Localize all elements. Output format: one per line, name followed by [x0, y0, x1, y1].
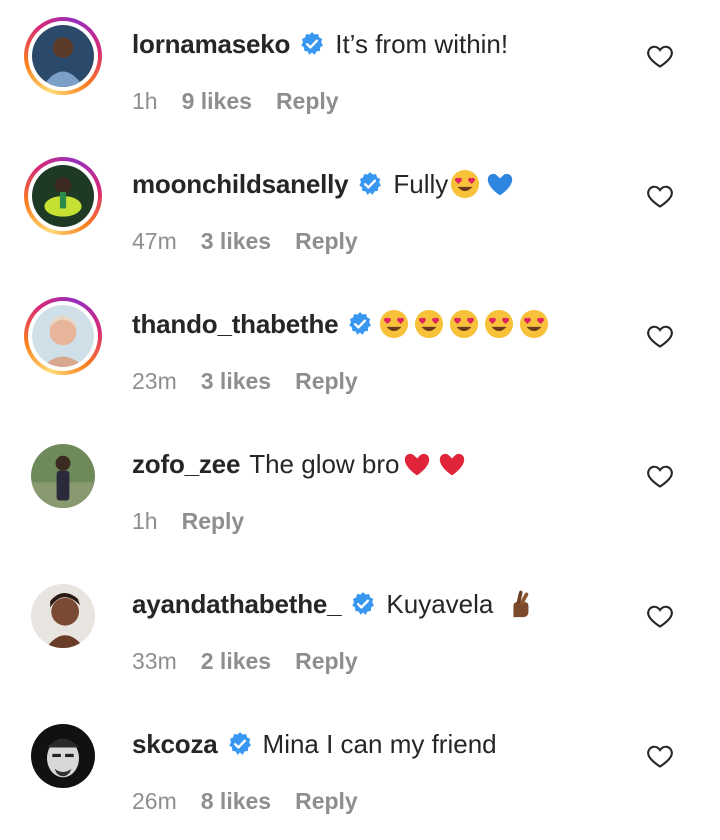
comment-likes[interactable]: 9 likes: [182, 88, 252, 115]
comment-time: 47m: [132, 228, 177, 254]
avatar: [32, 165, 94, 227]
reply-button[interactable]: Reply: [295, 648, 358, 675]
comment-username[interactable]: zofo_zee: [132, 449, 240, 480]
comment-text: The glow bro: [249, 448, 400, 479]
avatar: [31, 724, 95, 788]
comment-item: ayandathabethe_ Kuyavela 33m 2 likes Rep…: [0, 560, 720, 700]
reply-button[interactable]: Reply: [295, 368, 358, 395]
verified-badge-icon: [352, 592, 375, 615]
heart-eyes-emoji: [415, 309, 444, 339]
comment-item: moonchildsanelly Fully 47m 3 likes Reply: [0, 140, 720, 280]
comment-item: thando_thabethe 23m 3 likes Reply: [0, 280, 720, 420]
comment-time: 26m: [132, 788, 177, 814]
avatar-story-ring[interactable]: [24, 297, 102, 375]
comment-text: Fully: [393, 168, 449, 199]
avatar-story-ring[interactable]: [24, 157, 102, 235]
heart-eyes-emoji: [485, 309, 514, 339]
avatar-container[interactable]: [31, 444, 95, 508]
comment-username[interactable]: ayandathabethe_: [132, 589, 342, 620]
comment-time: 23m: [132, 368, 177, 394]
like-heart-icon[interactable]: [646, 462, 674, 490]
blue-heart-emoji: [488, 173, 513, 196]
like-heart-icon[interactable]: [646, 42, 674, 70]
reply-button[interactable]: Reply: [182, 508, 245, 535]
comment-item: zofo_zee The glow bro 1h Reply: [0, 420, 720, 560]
comment-text: Mina I can my friend: [262, 728, 497, 759]
reply-button[interactable]: Reply: [295, 228, 358, 255]
avatar-container[interactable]: [31, 584, 95, 648]
verified-badge-icon: [349, 312, 372, 335]
heart-eyes-emoji: [450, 309, 479, 339]
comment-likes[interactable]: 2 likes: [201, 648, 271, 675]
comment-username[interactable]: thando_thabethe: [132, 309, 339, 340]
heart-eyes-emoji: [380, 309, 409, 339]
comment-time: 33m: [132, 648, 177, 674]
reply-button[interactable]: Reply: [295, 788, 358, 815]
comment-time: 1h: [132, 508, 158, 534]
avatar-container[interactable]: [31, 724, 95, 788]
avatar: [31, 444, 95, 508]
red-heart-emoji: [439, 453, 464, 476]
heart-eyes-emoji: [520, 309, 549, 339]
like-heart-icon[interactable]: [646, 182, 674, 210]
comment-likes[interactable]: 8 likes: [201, 788, 271, 815]
comment-username[interactable]: skcoza: [132, 729, 218, 760]
avatar: [32, 305, 94, 367]
comment-text: Kuyavela: [386, 588, 494, 619]
crossed-fingers-emoji: [513, 590, 529, 618]
red-heart-emoji: [404, 453, 429, 476]
heart-eyes-emoji: [451, 169, 480, 199]
comment-text: It’s from within!: [335, 28, 509, 59]
reply-button[interactable]: Reply: [276, 88, 339, 115]
comments-list: lornamaseko It’s from within! 1h 9 likes…: [0, 0, 720, 840]
like-heart-icon[interactable]: [646, 742, 674, 770]
avatar: [31, 584, 95, 648]
avatar-story-ring[interactable]: [24, 17, 102, 95]
comment-username[interactable]: lornamaseko: [132, 29, 290, 60]
comment-item: skcoza Mina I can my friend 26m 8 likes …: [0, 700, 720, 840]
like-heart-icon[interactable]: [646, 602, 674, 630]
verified-badge-icon: [228, 732, 251, 755]
comment-likes[interactable]: 3 likes: [201, 368, 271, 395]
comment-likes[interactable]: 3 likes: [201, 228, 271, 255]
verified-badge-icon: [359, 172, 382, 195]
verified-badge-icon: [301, 32, 324, 55]
like-heart-icon[interactable]: [646, 322, 674, 350]
comment-username[interactable]: moonchildsanelly: [132, 169, 349, 200]
avatar: [32, 25, 94, 87]
comment-item: lornamaseko It’s from within! 1h 9 likes…: [0, 0, 720, 140]
comment-time: 1h: [132, 88, 158, 114]
